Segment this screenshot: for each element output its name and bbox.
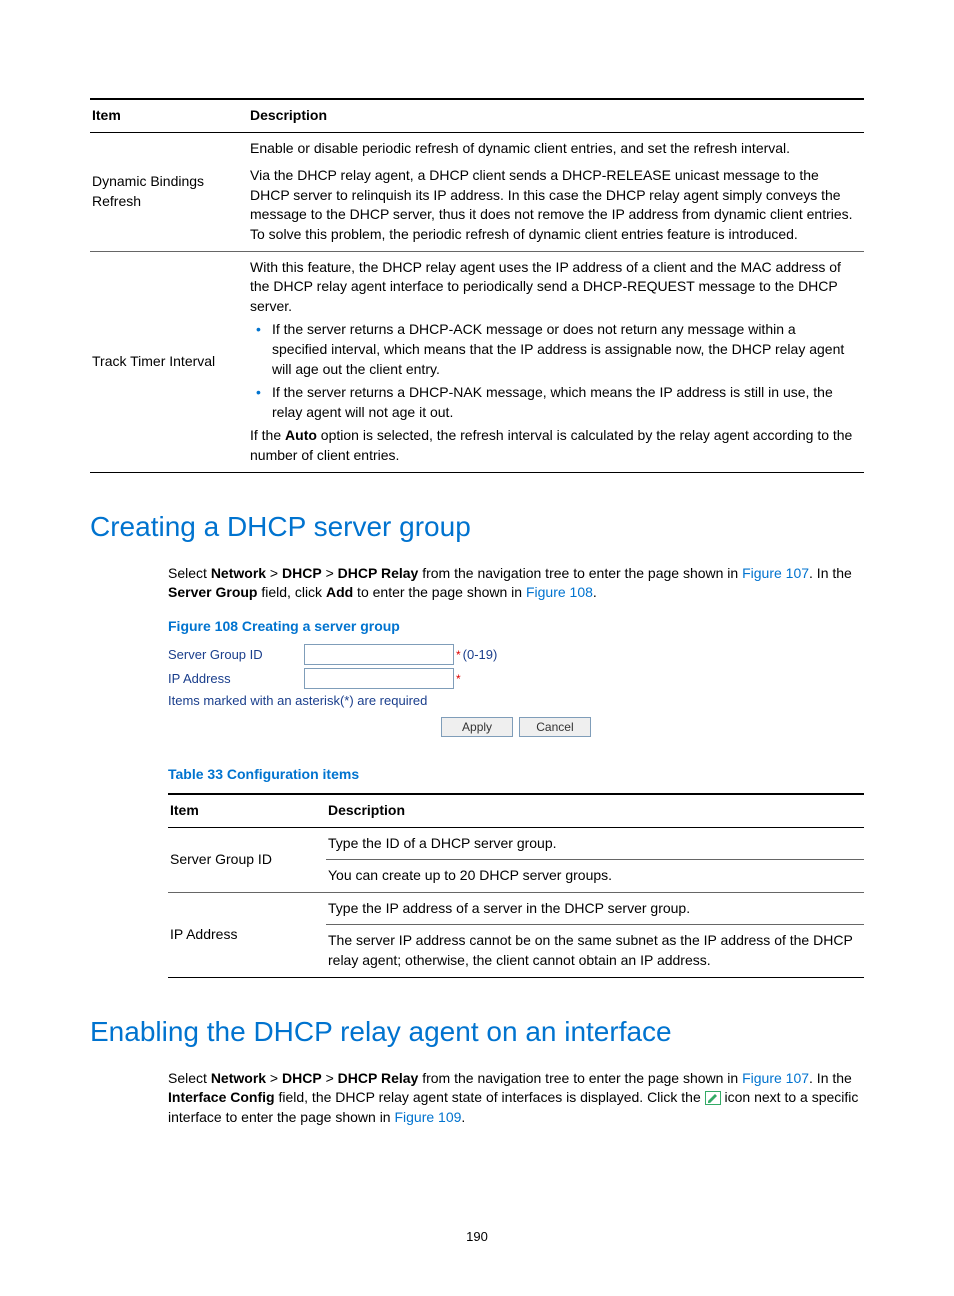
heading-creating-dhcp-server-group: Creating a DHCP server group (90, 507, 864, 546)
input-ip-address[interactable] (304, 668, 454, 689)
para: With this feature, the DHCP relay agent … (250, 258, 854, 317)
cell-desc: You can create up to 20 DHCP server grou… (326, 860, 864, 893)
table-header-desc: Description (326, 794, 864, 827)
link-figure-109[interactable]: Figure 109 (394, 1109, 461, 1125)
cell-desc: With this feature, the DHCP relay agent … (248, 251, 864, 472)
required-note: Items marked with an asterisk(*) are req… (168, 692, 864, 710)
edit-icon (705, 1091, 721, 1105)
bullet-list: If the server returns a DHCP-ACK message… (250, 320, 854, 422)
table-33: Item Description Server Group ID Type th… (168, 793, 864, 978)
link-figure-107[interactable]: Figure 107 (742, 1070, 809, 1086)
table-header-desc: Description (248, 99, 864, 132)
cell-item: IP Address (168, 892, 326, 977)
link-figure-108[interactable]: Figure 108 (526, 584, 593, 600)
figure-108-title: Figure 108 Creating a server group (168, 617, 864, 637)
apply-button[interactable]: Apply (441, 717, 513, 738)
cell-desc: Enable or disable periodic refresh of dy… (248, 132, 864, 251)
input-server-group-id[interactable] (304, 644, 454, 665)
table-header-item: Item (90, 99, 248, 132)
page-number: 190 (0, 1228, 954, 1246)
cell-item: Server Group ID (168, 827, 326, 892)
required-marker: * (456, 647, 461, 664)
cell-desc: Type the IP address of a server in the D… (326, 892, 864, 925)
para: If the Auto option is selected, the refr… (250, 426, 854, 465)
bullet-item: If the server returns a DHCP-NAK message… (272, 383, 854, 422)
hint-id-range: (0-19) (463, 646, 498, 664)
para: Enable or disable periodic refresh of dy… (250, 139, 854, 159)
table-dynamic-bindings: Item Description Dynamic Bindings Refres… (90, 98, 864, 473)
heading-enabling-dhcp-relay: Enabling the DHCP relay agent on an inte… (90, 1012, 864, 1051)
cell-desc: The server IP address cannot be on the s… (326, 925, 864, 977)
bullet-item: If the server returns a DHCP-ACK message… (272, 320, 854, 379)
cell-desc: Type the ID of a DHCP server group. (326, 827, 864, 860)
required-marker: * (456, 671, 461, 688)
table-33-title: Table 33 Configuration items (168, 765, 864, 785)
cell-item: Track Timer Interval (90, 251, 248, 472)
para-intro-1: Select Network > DHCP > DHCP Relay from … (168, 564, 864, 603)
server-group-form: Server Group ID *(0-19) IP Address * Ite… (168, 644, 864, 737)
cancel-button[interactable]: Cancel (519, 717, 591, 738)
para: Via the DHCP relay agent, a DHCP client … (250, 166, 854, 244)
label-server-group-id: Server Group ID (168, 646, 304, 664)
label-ip-address: IP Address (168, 670, 304, 688)
para-intro-2: Select Network > DHCP > DHCP Relay from … (168, 1069, 864, 1128)
link-figure-107[interactable]: Figure 107 (742, 565, 809, 581)
cell-item: Dynamic Bindings Refresh (90, 132, 248, 251)
table-header-item: Item (168, 794, 326, 827)
